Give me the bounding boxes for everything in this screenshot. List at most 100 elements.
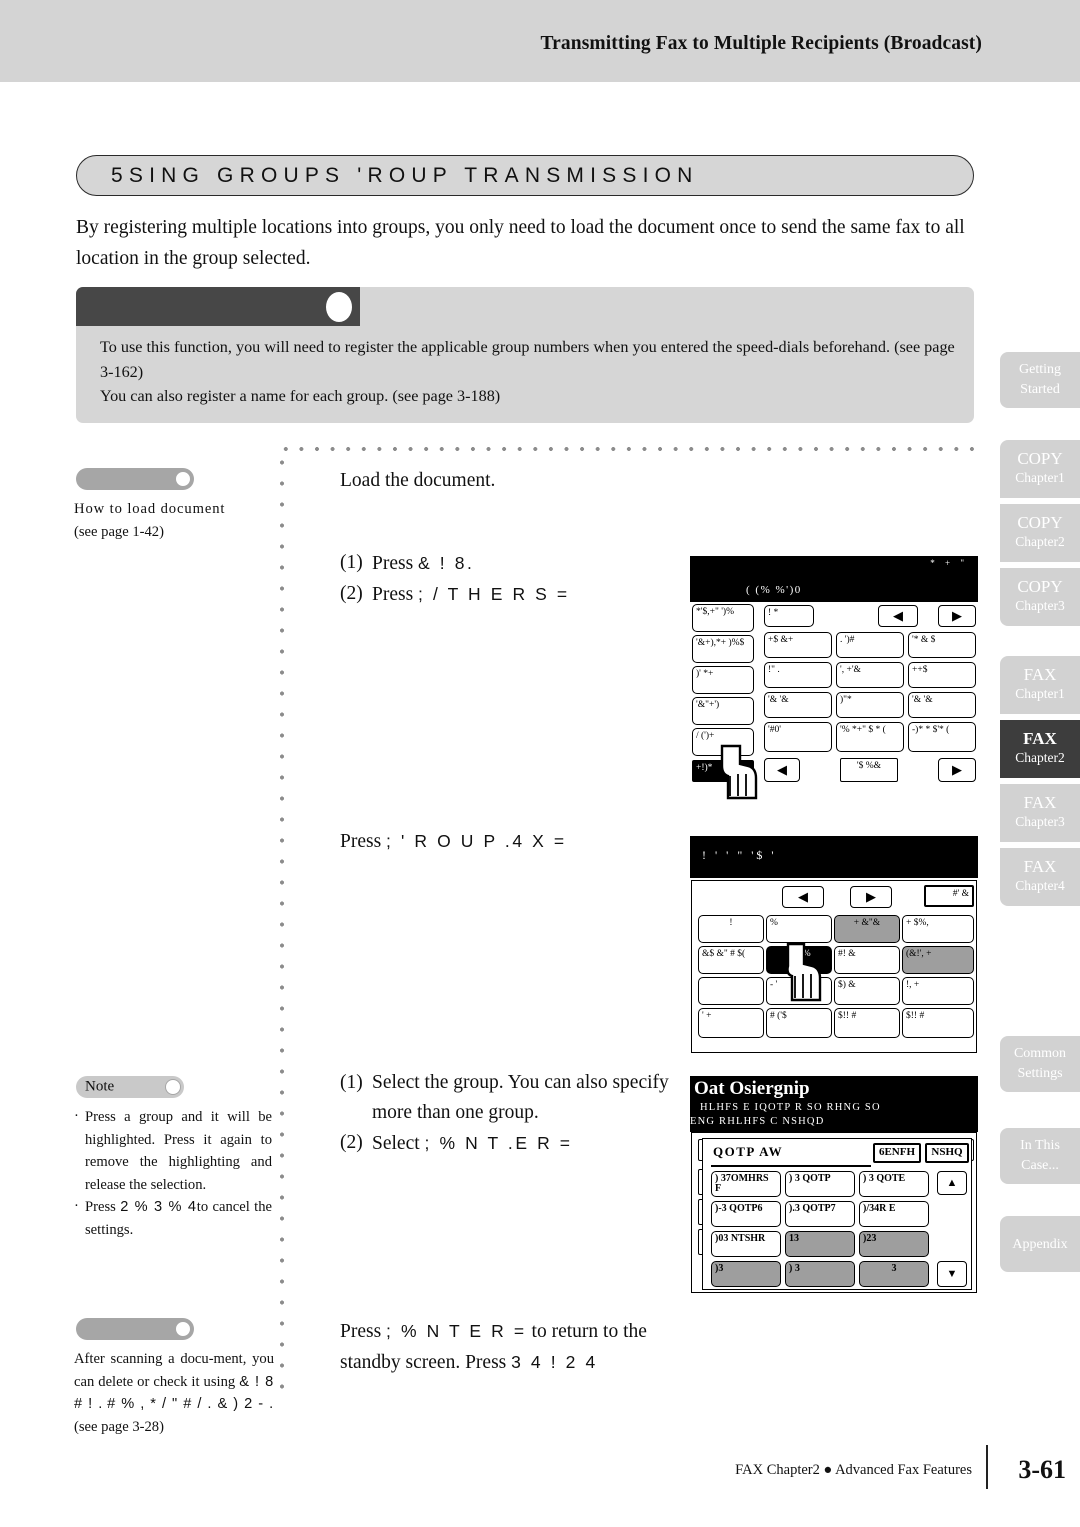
panel1-grid-key-4[interactable]: !" . (764, 662, 832, 688)
step-3-key: ; ' R O U P .4 X = (386, 831, 567, 851)
step-2-item-1: (1) Press & ! 8. (340, 548, 685, 579)
page-header-title: Transmitting Fax to Multiple Recipients … (540, 33, 982, 54)
tab-fax-chapter1-line1: FAX (1023, 665, 1057, 684)
panel3-group-key-3[interactable]: ) 3 QOTE (859, 1171, 929, 1197)
panel2-key-2[interactable]: % (766, 915, 832, 943)
panel2-key-13[interactable]: ' + (698, 1008, 764, 1038)
reference-note-2-key-b: # % , * / " # / . & ) 2 - . (107, 1396, 274, 1412)
panel3-scroll-down-icon[interactable]: ▼ (937, 1261, 967, 1287)
tab-copy-chapter1-line1: COPY (1017, 449, 1063, 468)
panel1-grid-key-2[interactable]: . ')# (836, 632, 904, 658)
reference-note-1-line-2: (see page 1-42) (74, 523, 164, 540)
panel1-grid-key-7[interactable]: '& '& (764, 692, 832, 718)
panel3-group-key-1[interactable]: ) 37OMHRS F (711, 1171, 781, 1197)
tab-fax-chapter4-line2: Chapter4 (1015, 878, 1065, 893)
step-1-title: Load the document. (340, 470, 496, 491)
panel2-key-5[interactable]: &$ &" # $( (698, 946, 764, 974)
tab-copy-chapter1[interactable]: COPY Chapter1 (1000, 440, 1080, 498)
panel1-page-next-icon[interactable]: ▶ (938, 758, 976, 782)
step-4-item-2: (2) Select ; % N T .E R = (340, 1128, 670, 1159)
panel1-left-key-3[interactable]: )' *+ (692, 666, 754, 694)
panel2-key-16[interactable]: $!! # (902, 1008, 974, 1038)
panel3-group-key-12[interactable]: 3 (859, 1261, 929, 1287)
panel1-grid-key-9[interactable]: '& '& (908, 692, 976, 718)
panel1-grid-key-1[interactable]: +$ &+ (764, 632, 832, 658)
panel3-group-key-2[interactable]: ) 3 QOTP (785, 1171, 855, 1197)
step-2: (1) Press & ! 8. (2) Press ; / T H E R S… (340, 548, 685, 610)
tab-fax-chapter2[interactable]: FAX Chapter2 (1000, 720, 1080, 778)
panel2-key-3[interactable]: + &"& (834, 915, 900, 943)
panel2-key-8[interactable]: (&!', + (902, 946, 974, 974)
panel1-title-key[interactable]: ! * (764, 605, 814, 627)
reference-note-1: How to load document (see page 1-42) (74, 498, 274, 543)
panel3-group-key-11[interactable]: ) 3 (785, 1261, 855, 1287)
panel3-group-key-7[interactable]: )03 NTSHR (711, 1231, 781, 1257)
panel2-next-arrow-icon[interactable]: ▶ (850, 886, 892, 908)
step-4-item-2-text: Select ; % N T .E R = (372, 1133, 573, 1154)
panel3-group-key-4[interactable]: )-3 QOTP6 (711, 1201, 781, 1227)
panel1-left-key-2[interactable]: '&+),*+ )%$ (692, 635, 754, 663)
reference-note-2: After scanning a docu-ment, you can dele… (74, 1348, 274, 1438)
note-knob-icon (165, 1079, 181, 1095)
step-2-item-2-number: (2) (340, 583, 363, 604)
panel3-group-key-10[interactable]: )3 (711, 1261, 781, 1287)
note-bullet-2-prefix: Press (85, 1199, 121, 1215)
panel2-key-1[interactable]: ! (698, 915, 764, 943)
step-4-item-2-number: (2) (340, 1132, 363, 1153)
panel1-grid-key-8[interactable]: )"* (836, 692, 904, 718)
tab-fax-chapter2-line2: Chapter2 (1015, 750, 1065, 765)
panel1-grid-key-3[interactable]: '* & $ (908, 632, 976, 658)
panel1-grid-key-10[interactable]: '#0' (764, 722, 832, 752)
panel1-status-line: ( (% %')0 (746, 584, 802, 596)
panel2-key-15[interactable]: $!! # (834, 1008, 900, 1038)
panel3-group-key-6[interactable]: )/34R E (859, 1201, 929, 1227)
panel2-key-7[interactable]: #! & (834, 946, 900, 974)
panel2-key-14[interactable]: # ('$ (766, 1008, 832, 1038)
panel3-close-button[interactable]: NSHQ (925, 1143, 969, 1163)
footer-chapter-text: FAX Chapter2 ● Advanced Fax Features (735, 1462, 972, 1478)
info-box: To use this function, you will need to r… (76, 287, 974, 423)
panel3-search-button[interactable]: 6ENFH (873, 1143, 921, 1163)
panel1-left-key-4[interactable]: '&"+') (692, 697, 754, 725)
panel3-lcd-subtitle-2: ENG RHLHFS C NSHQD (690, 1116, 825, 1127)
step-2-item-1-text: Press & ! 8. (372, 553, 475, 574)
step-1: Load the document. (340, 466, 685, 496)
tab-appendix[interactable]: Appendix (1000, 1216, 1080, 1272)
panel3-scroll-up-icon[interactable]: ▲ (937, 1171, 967, 1195)
panel1-left-key-1[interactable]: *'$,+" ')% (692, 604, 754, 632)
panel1-prev-arrow-icon[interactable]: ◀ (878, 605, 918, 627)
tab-fax-chapter3-line1: FAX (1023, 793, 1057, 812)
panel3-group-key-9[interactable]: )23 (859, 1231, 929, 1257)
panel2-key-12[interactable]: !, + (902, 977, 974, 1005)
panel2-key-11[interactable]: $) & (834, 977, 900, 1005)
step-3: Press ; ' R O U P .4 X = (340, 826, 685, 857)
panel3-group-key-8[interactable]: 13 (785, 1231, 855, 1257)
panel3-group-key-5[interactable]: ).3 QOTP7 (785, 1201, 855, 1227)
panel2-key-4[interactable]: + $%, (902, 915, 974, 943)
tab-in-this-case[interactable]: In This Case... (1000, 1128, 1080, 1184)
tab-common-settings[interactable]: Common Settings (1000, 1036, 1080, 1092)
step-2-item-1-number: (1) (340, 552, 363, 573)
tab-getting-started[interactable]: Getting Started (1000, 352, 1080, 408)
panel1-grid-key-12[interactable]: -)* * $'* ( (908, 722, 976, 752)
tab-fax-chapter3[interactable]: FAX Chapter3 (1000, 784, 1080, 842)
step-2-item-2: (2) Press ; / T H E R S = (340, 579, 685, 610)
panel1-grid-key-6[interactable]: ++$ (908, 662, 976, 688)
tab-fax-chapter4[interactable]: FAX Chapter4 (1000, 848, 1080, 906)
panel-group-selection-screenshot: Oat Osiergnip HLHFS E IQOTP R SO RHNG SO… (690, 1076, 978, 1294)
panel1-next-arrow-icon[interactable]: ▶ (938, 605, 976, 627)
tab-fax-chapter1[interactable]: FAX Chapter1 (1000, 656, 1080, 714)
panel2-touch-area: ◀ ▶ #' & ! % + &"& + $%, &$ &" # $( &$(%… (691, 880, 977, 1053)
panel2-key-9[interactable] (698, 977, 764, 1005)
tab-copy-chapter2[interactable]: COPY Chapter2 (1000, 504, 1080, 562)
panel2-top-right-key[interactable]: #' & (924, 885, 974, 907)
panel1-grid-key-5[interactable]: ', +'& (836, 662, 904, 688)
tab-fax-chapter4-line1: FAX (1023, 857, 1057, 876)
tab-copy-chapter2-line1: COPY (1017, 513, 1063, 532)
panel1-grid-key-11[interactable]: '% *+" $ * ( (836, 722, 904, 752)
tab-getting-started-line2: Started (1020, 382, 1060, 397)
panel1-page-prev-icon[interactable]: ◀ (764, 758, 800, 782)
tab-copy-chapter3[interactable]: COPY Chapter3 (1000, 568, 1080, 626)
step-5: Press ; % N T E R = to return to the sta… (340, 1316, 660, 1378)
panel2-prev-arrow-icon[interactable]: ◀ (782, 886, 824, 908)
